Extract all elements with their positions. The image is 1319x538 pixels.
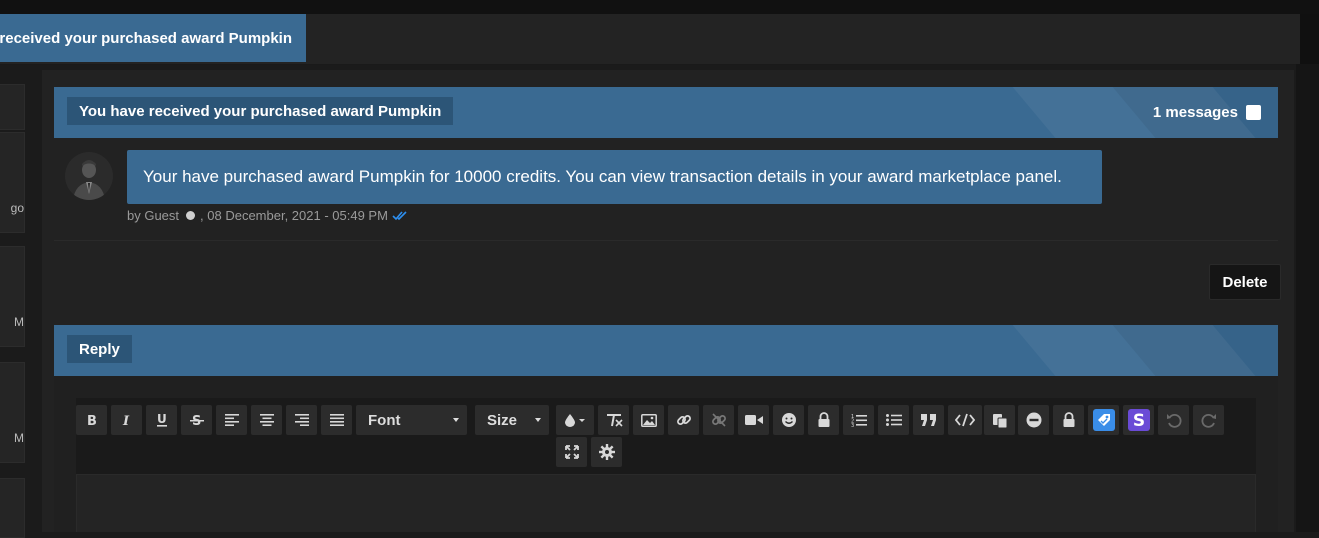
justify-button[interactable]: [321, 405, 352, 435]
conversation-title: You have received your purchased award P…: [67, 97, 454, 125]
redo-button[interactable]: [1193, 405, 1224, 435]
ordered-list-button[interactable]: 123: [843, 405, 874, 435]
strikethrough-button[interactable]: S: [181, 405, 212, 435]
message-count-label: 1 messages: [1152, 104, 1238, 121]
text-color-button[interactable]: [556, 405, 594, 435]
underline-icon: U: [156, 412, 167, 427]
status-dot-icon: [186, 211, 196, 220]
source-settings-button[interactable]: [591, 437, 622, 467]
strikethrough-icon: S: [189, 414, 204, 427]
italic-icon: I: [122, 414, 130, 427]
sidebar-card-text: M: [14, 431, 24, 445]
sidebar-card[interactable]: M: [0, 362, 25, 463]
tag-plugin-button[interactable]: [1088, 405, 1119, 435]
quote-button[interactable]: [913, 405, 944, 435]
chevron-down-icon: [535, 418, 541, 422]
undo-icon: [1166, 413, 1181, 428]
maximize-button[interactable]: [556, 437, 587, 467]
code-button[interactable]: [948, 405, 982, 435]
remove-format-icon: [606, 414, 623, 427]
undo-button[interactable]: [1158, 405, 1189, 435]
ordered-list-icon: 123: [851, 414, 867, 427]
reply-title: Reply: [67, 335, 132, 363]
message-meta: by Guest , 08 December, 2021 - 05:49 PM: [127, 208, 410, 223]
remove-format-button[interactable]: [598, 405, 629, 435]
size-select-label: Size: [487, 411, 518, 429]
bold-button[interactable]: B: [76, 405, 107, 435]
align-center-icon: [259, 414, 274, 426]
tag-icon: [1092, 409, 1115, 431]
smiley-icon: [781, 413, 796, 427]
paste-icon: [992, 414, 1007, 428]
gear-icon: [598, 444, 615, 460]
insert-image-button[interactable]: [633, 405, 664, 435]
lock-icon: [818, 412, 829, 427]
message-bubble: Your have purchased award Pumpkin for 10…: [127, 150, 1102, 204]
breadcrumb-active-item[interactable]: You have received your purchased award P…: [0, 14, 306, 62]
chevron-down-icon: [453, 418, 459, 422]
breadcrumb: You have received your purchased award P…: [0, 14, 1312, 65]
insert-link-button[interactable]: [668, 405, 699, 435]
user-avatar-icon: [65, 152, 113, 200]
unlink-button[interactable]: [703, 405, 734, 435]
sidebar-card[interactable]: [0, 478, 25, 538]
sidebar-card-text: M: [14, 315, 24, 329]
paste-button[interactable]: [984, 405, 1015, 435]
sidebar-card[interactable]: go: [0, 132, 25, 233]
expand-icon: [564, 445, 579, 459]
align-left-button[interactable]: [216, 405, 247, 435]
quote-icon: [920, 414, 936, 426]
font-select-label: Font: [368, 411, 401, 429]
s-plugin-button[interactable]: S: [1123, 405, 1154, 435]
color-drop-icon: [565, 414, 585, 427]
video-icon: [744, 415, 763, 425]
bullet-list-button[interactable]: [878, 405, 909, 435]
align-right-button[interactable]: [286, 405, 317, 435]
delete-button[interactable]: Delete: [1209, 264, 1281, 300]
image-icon: [640, 413, 657, 427]
hide-content-button[interactable]: [808, 405, 839, 435]
lock-icon: [1063, 412, 1074, 427]
insert-video-button[interactable]: [738, 405, 769, 435]
read-check-icon: [392, 210, 407, 220]
align-left-icon: [224, 414, 239, 426]
message-author[interactable]: by Guest: [127, 208, 179, 223]
horizontal-rule-button[interactable]: [1018, 405, 1049, 435]
redo-icon: [1201, 413, 1216, 428]
link-icon: [676, 415, 691, 425]
minus-circle-icon: [1026, 412, 1041, 428]
underline-button[interactable]: U: [146, 405, 177, 435]
italic-button[interactable]: I: [111, 405, 142, 435]
spoiler-button[interactable]: [1053, 405, 1084, 435]
select-all-checkbox[interactable]: [1246, 105, 1261, 120]
reply-textarea[interactable]: [76, 474, 1256, 532]
sidebar-card[interactable]: [0, 84, 25, 130]
message-count: 1 messages: [1153, 104, 1261, 121]
svg-text:U: U: [157, 412, 167, 426]
s-logo-icon: S: [1127, 409, 1150, 431]
sidebar-card-text: go: [10, 201, 24, 215]
font-select[interactable]: Font: [356, 405, 467, 435]
message-timestamp: , 08 December, 2021 - 05:49 PM: [200, 208, 388, 223]
align-right-icon: [294, 414, 309, 426]
reply-header: Reply: [54, 325, 1278, 376]
bullet-list-icon: [885, 414, 902, 426]
emoticon-button[interactable]: [773, 405, 804, 435]
align-center-button[interactable]: [251, 405, 282, 435]
unlink-icon: [711, 413, 726, 427]
code-icon: [955, 413, 975, 427]
svg-text:3: 3: [851, 423, 854, 427]
justify-icon: [329, 414, 344, 426]
svg-text:S: S: [1132, 411, 1144, 431]
svg-text:I: I: [122, 414, 130, 427]
top-bar: [0, 0, 1319, 14]
scroll-gutter: [1296, 64, 1319, 532]
bold-icon: B: [87, 414, 97, 427]
conversation-header: You have received your purchased award P…: [54, 87, 1278, 138]
sidebar-card[interactable]: M: [0, 246, 25, 347]
avatar[interactable]: [65, 152, 113, 200]
size-select[interactable]: Size: [475, 405, 549, 435]
svg-text:B: B: [87, 414, 97, 427]
message-body: Your have purchased award Pumpkin for 10…: [143, 167, 1062, 186]
